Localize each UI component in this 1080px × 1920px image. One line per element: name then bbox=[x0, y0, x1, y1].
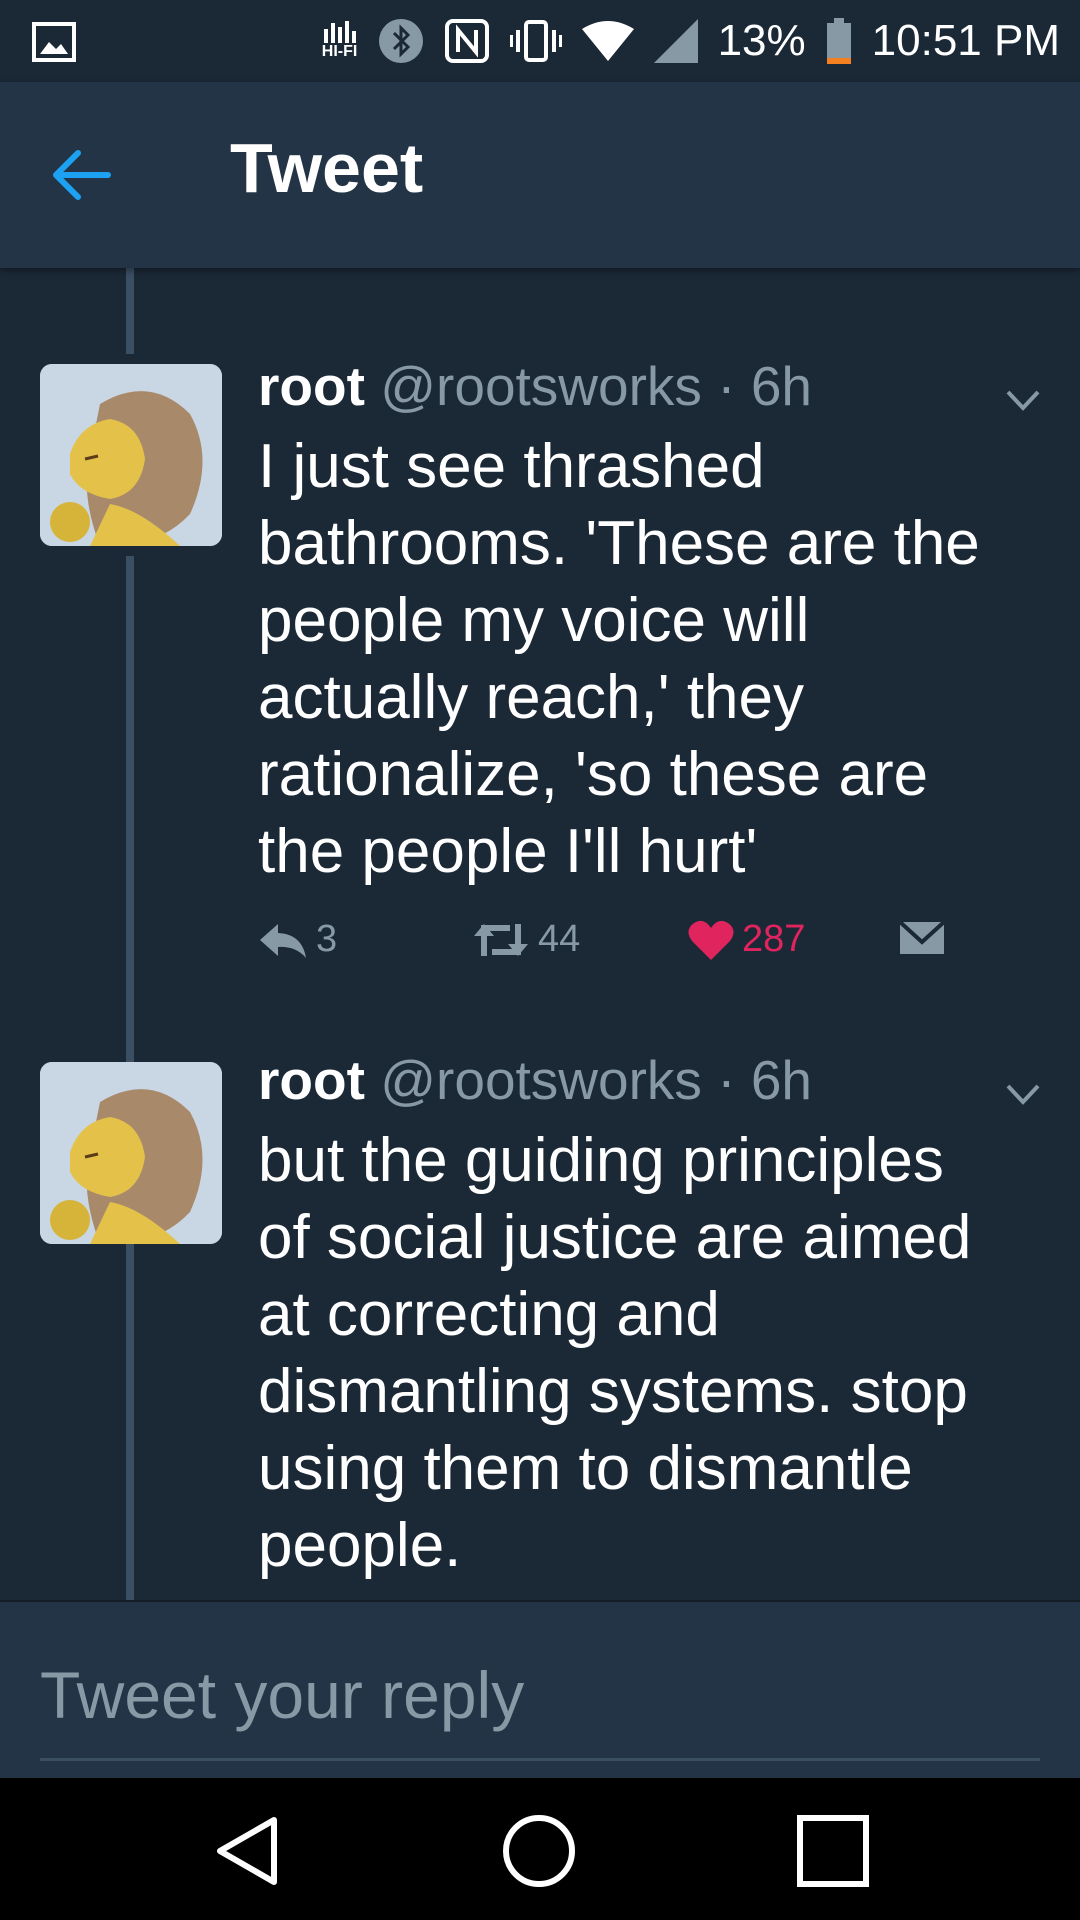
tweet-header: root @rootsworks · 6h bbox=[258, 1048, 812, 1112]
tweet-header: root @rootsworks · 6h bbox=[258, 354, 812, 418]
retweet-button[interactable]: 44 bbox=[472, 918, 580, 961]
back-triangle-icon[interactable] bbox=[210, 1814, 284, 1888]
tweet-text-line: I just see thrashed bbox=[258, 432, 765, 501]
reply-icon bbox=[260, 923, 306, 958]
arrow-left-icon[interactable] bbox=[48, 145, 114, 205]
system-nav-bar bbox=[0, 1778, 1080, 1920]
wifi-icon bbox=[581, 21, 634, 61]
recents-square-icon[interactable] bbox=[796, 1814, 870, 1888]
clock: 10:51 PM bbox=[871, 16, 1060, 65]
retweet-count: 44 bbox=[538, 918, 581, 960]
avatar[interactable] bbox=[40, 1062, 222, 1244]
retweet-icon bbox=[474, 923, 528, 956]
author-name[interactable]: root bbox=[258, 355, 365, 417]
tweet-text-line: but the guiding principles bbox=[258, 1126, 944, 1195]
thread-connector bbox=[126, 268, 134, 354]
gallery-icon bbox=[32, 22, 76, 62]
heart-icon bbox=[688, 920, 734, 960]
reply-count: 3 bbox=[316, 918, 338, 960]
author-handle[interactable]: @rootsworks bbox=[380, 1049, 702, 1111]
app-header: Tweet bbox=[0, 82, 1080, 268]
vibrate-icon bbox=[509, 20, 562, 62]
hifi-label: HI-FI bbox=[321, 43, 358, 60]
tweet-text-line: bathrooms. 'These are the bbox=[258, 509, 980, 578]
bluetooth-icon bbox=[378, 19, 423, 63]
signal-icon bbox=[653, 19, 698, 63]
reply-composer: Tweet your reply bbox=[0, 1600, 1080, 1780]
page-title: Tweet bbox=[230, 129, 424, 207]
hifi-icon: HI-FI bbox=[322, 21, 358, 61]
envelope-icon bbox=[898, 920, 946, 954]
tweet-text-line: at correcting and bbox=[258, 1280, 720, 1349]
tweet-text-line: of social justice are aimed bbox=[258, 1203, 972, 1272]
tweet-text-line: people. bbox=[258, 1511, 462, 1580]
status-bar: HI-FI 13% 10:51 PM bbox=[0, 0, 1080, 82]
thread-connector bbox=[126, 1248, 134, 1600]
tweet-timestamp: · 6h bbox=[717, 355, 812, 417]
chevron-down-icon[interactable] bbox=[1004, 388, 1042, 414]
reply-input[interactable]: Tweet your reply bbox=[40, 1657, 524, 1733]
like-count: 287 bbox=[742, 918, 806, 960]
author-name[interactable]: root bbox=[258, 1049, 365, 1111]
like-button[interactable]: 287 bbox=[688, 918, 805, 961]
battery-icon bbox=[826, 18, 851, 64]
tweet-text-line: the people I'll hurt' bbox=[258, 817, 758, 886]
tweet-text: but the guiding principles of social jus… bbox=[258, 1122, 1038, 1584]
tweet-thread[interactable]: root @rootsworks · 6h I just see thrashe… bbox=[0, 268, 1080, 1600]
tweet-text-line: actually reach,' they bbox=[258, 663, 805, 732]
battery-percent: 13% bbox=[717, 16, 806, 65]
reply-input-underline bbox=[40, 1758, 1040, 1761]
tweet-text-line: people my voice will bbox=[258, 586, 810, 655]
tweet-text-line: rationalize, 'so these are bbox=[258, 740, 929, 809]
home-circle-icon[interactable] bbox=[502, 1814, 576, 1888]
tweet-text-line: dismantling systems. stop bbox=[258, 1357, 968, 1426]
avatar[interactable] bbox=[40, 364, 222, 546]
tweet-text: I just see thrashed bathrooms. 'These ar… bbox=[258, 428, 1038, 890]
tweet-text-line: using them to dismantle bbox=[258, 1434, 913, 1503]
nfc-icon bbox=[444, 19, 489, 63]
direct-message-button[interactable] bbox=[898, 918, 946, 958]
reply-button[interactable]: 3 bbox=[258, 918, 337, 961]
previous-tweet-actions bbox=[0, 268, 1080, 278]
tweet-timestamp: · 6h bbox=[717, 1049, 812, 1111]
chevron-down-icon[interactable] bbox=[1004, 1082, 1042, 1108]
author-handle[interactable]: @rootsworks bbox=[380, 355, 702, 417]
tweet-actions: 3 44 287 bbox=[258, 918, 1038, 978]
